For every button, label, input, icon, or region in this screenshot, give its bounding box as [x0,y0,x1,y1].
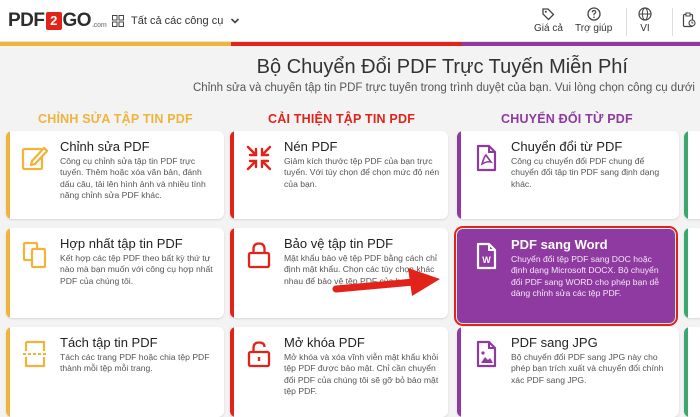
word-file-icon: W [471,241,501,271]
help-label: Trợ giúp [575,23,613,34]
card-title: PDF sang Word [511,237,608,252]
column-title-convert: CHUYỂN ĐỔI TỪ PDF [501,112,633,126]
card-accent-stripe [6,228,10,318]
card-description: Giảm kích thước tệp PDF của bạn trực tuy… [284,156,440,189]
pdf2go-logo[interactable]: PDF 2 GO .com [8,10,107,32]
tool-card-next-column[interactable] [684,131,700,219]
card-description: Tách các trang PDF hoặc chia tệp PDF thà… [60,352,210,374]
price-tag-icon [534,7,563,21]
unlock-icon [244,339,274,369]
card-accent-stripe [6,131,10,219]
tool-card-unlock-pdf[interactable]: Mở khóa PDF Mở khóa và xóa vĩnh viễn mật… [230,327,448,417]
card-accent-stripe [457,327,461,417]
pricing-link[interactable]: Giá cả [534,7,563,34]
card-title: Hợp nhất tập tin PDF [60,236,183,251]
card-description: Công cụ chỉnh sửa tập tin PDF trực tuyến… [60,156,206,201]
card-title: Bảo vệ tập tin PDF [284,236,394,251]
tool-card-compress-pdf[interactable]: Nén PDF Giảm kích thước tệp PDF của bạn … [230,131,448,219]
image-file-icon [471,339,501,369]
card-title: Tách tập tin PDF [60,335,158,350]
card-title: Chỉnh sửa PDF [60,139,150,154]
header-divider [672,8,673,36]
svg-text:W: W [482,255,491,265]
card-accent-stripe [230,131,234,219]
language-selector[interactable]: VI [638,7,652,34]
header-divider [626,8,627,36]
lock-icon [244,240,274,270]
tool-card-next-column[interactable] [684,228,700,318]
card-description: Chuyển đổi tệp PDF sang DOC hoặc định dạ… [511,254,660,299]
card-accent-stripe [230,327,234,417]
column-title-edit: CHỈNH SỬA TẬP TIN PDF [38,112,193,126]
card-accent-stripe [457,131,461,219]
history-button[interactable] [682,12,696,30]
page-title: Bộ Chuyển Đổi PDF Trực Tuyến Miễn Phí [256,56,628,78]
tool-card-convert-from-pdf[interactable]: Chuyển đổi từ PDF Công cụ chuyển đổi PDF… [457,131,679,219]
grid-icon [112,15,124,27]
card-accent-stripe [684,228,688,318]
tool-card-merge-pdf[interactable]: Hợp nhất tập tin PDF Kết hợp các tệp PDF… [6,228,224,318]
tool-card-edit-pdf[interactable]: Chỉnh sửa PDF Công cụ chỉnh sửa tập tin … [6,131,224,219]
merge-icon [20,240,50,270]
column-title-improve: CẢI THIỆN TẬP TIN PDF [268,112,416,126]
card-title: PDF sang JPG [511,335,598,350]
logo-com: .com [92,22,107,29]
tool-card-next-column[interactable] [684,327,700,417]
card-description: Bộ chuyển đổi PDF sang JPG này cho phép … [511,352,664,385]
page-subtitle: Chỉnh sửa và chuyển tập tin PDF trực tuy… [193,82,695,94]
header-color-bar [0,42,700,46]
card-description: Kết hợp các tệp PDF theo bất kỳ thứ tự n… [60,253,213,286]
card-description: Mở khóa và xóa vĩnh viễn mật khẩu khỏi t… [284,352,439,397]
top-header: PDF 2 GO .com Tất cả các công cụ Giá cả Trợ… [0,0,700,42]
card-title: Chuyển đổi từ PDF [511,139,623,154]
annotation-arrow-icon [332,268,440,296]
card-accent-stripe [684,327,688,417]
pricing-label: Giá cả [534,23,563,34]
card-accent-stripe [684,131,688,219]
card-description: Công cụ chuyển đổi PDF chung để chuyển đ… [511,156,660,189]
logo-pdf: PDF [8,10,45,31]
language-label: VI [640,23,650,34]
compress-icon [244,143,274,173]
chevron-down-icon [230,16,240,26]
clipboard-clock-icon [682,12,696,28]
edit-icon [20,143,50,173]
globe-icon [638,7,652,21]
help-icon [575,7,612,21]
logo-go: GO [62,10,92,31]
split-icon [20,339,50,369]
card-title: Mở khóa PDF [284,335,365,350]
card-accent-stripe [230,228,234,318]
pdf-file-icon [471,143,501,173]
tool-card-pdf-to-jpg[interactable]: PDF sang JPG Bộ chuyển đổi PDF sang JPG … [457,327,679,417]
card-accent-stripe [6,327,10,417]
all-tools-label: Tất cả các công cụ [131,15,224,27]
logo-two: 2 [45,12,62,30]
all-tools-dropdown[interactable]: Tất cả các công cụ [112,11,240,31]
help-link[interactable]: Trợ giúp [575,7,612,34]
card-title: Nén PDF [284,139,338,154]
tool-card-pdf-to-word[interactable]: W PDF sang Word Chuyển đổi tệp PDF sang … [454,226,678,326]
tool-card-split-pdf[interactable]: Tách tập tin PDF Tách các trang PDF hoặc… [6,327,224,417]
